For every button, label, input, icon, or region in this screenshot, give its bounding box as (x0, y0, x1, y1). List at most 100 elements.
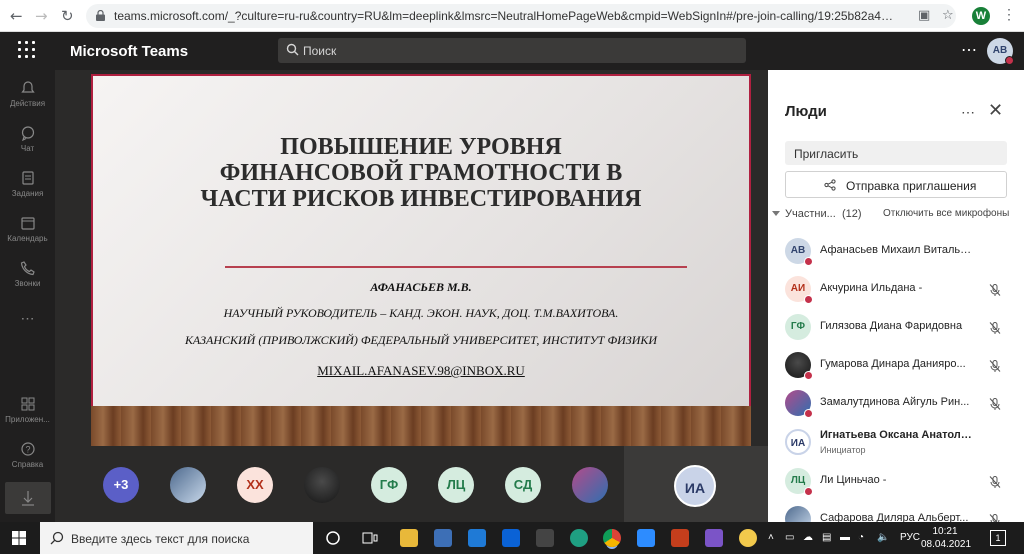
teams-header: Microsoft Teams Поиск ⋯ АВ (0, 32, 1024, 70)
tray-app-icon[interactable]: ▤ (822, 532, 831, 543)
rail-item-activity[interactable]: Действия (0, 80, 55, 108)
mic-off-icon (989, 322, 1001, 334)
back-icon[interactable]: ← (10, 7, 23, 25)
rail-item-help[interactable]: ? Справка (0, 441, 55, 469)
volume-icon[interactable]: 🔈 (877, 532, 889, 543)
slide-author: АФАНАСЬЕВ М.В. (370, 280, 472, 294)
participant-name: Игнатьева Оксана Анатольевна (820, 429, 976, 441)
phone-icon (20, 261, 35, 276)
slide-title: ПОВЫШЕНИЕ УРОВНЯ ФИНАНСОВОЙ ГРАМОТНОСТИ … (200, 134, 642, 212)
reload-icon[interactable]: ↻ (61, 7, 74, 25)
star-icon[interactable]: ☆ (942, 8, 954, 23)
zoom-icon[interactable] (637, 529, 655, 547)
participant-avatar: ЛЦ (785, 468, 813, 496)
participant-row[interactable]: Замалутдинова Айгуль Рин... (768, 382, 1024, 420)
participant-avatar: ИА (785, 429, 811, 455)
participant-avatar[interactable]: ГФ (371, 467, 407, 503)
mail-icon[interactable] (468, 529, 486, 547)
language-indicator[interactable]: РУС (900, 532, 920, 543)
send-invite-label: Отправка приглашения (846, 179, 977, 193)
participant-photo[interactable] (304, 467, 340, 503)
participant-row[interactable]: ЛЦ Ли Циньчао - (768, 460, 1024, 498)
participant-avatar[interactable]: ХХ (237, 467, 273, 503)
send-invite-button[interactable]: Отправка приглашения (785, 171, 1007, 198)
mute-all-link[interactable]: Отключить все микрофоны (883, 208, 1009, 219)
participant-avatar[interactable]: ЛЦ (438, 467, 474, 503)
participant-row[interactable]: Гумарова Динара Данияро... (768, 344, 1024, 382)
people-panel: Люди ⋯ ✕ Пригласить Отправка приглашения… (768, 70, 1024, 532)
calendar-icon (20, 217, 35, 230)
section-label: Участни... (785, 208, 836, 220)
rail-more-icon[interactable]: ⋯ (0, 310, 55, 327)
panel-more-icon[interactable]: ⋯ (961, 104, 976, 121)
invite-placeholder: Пригласить (794, 147, 859, 161)
clock[interactable]: 10:21 08.04.2021 (921, 525, 971, 551)
rail-item-apps[interactable]: Приложен... (0, 396, 55, 424)
participants-section-header[interactable]: Участни... (12) Отключить все микрофоны (772, 208, 1024, 224)
participant-name: Замалутдинова Айгуль Рин... (820, 396, 970, 408)
participant-row[interactable]: АИ Акчурина Ильдана - (768, 268, 1024, 306)
participant-name: Ли Циньчао - (820, 474, 887, 486)
network-icon[interactable]: ◔ (858, 532, 864, 543)
onedrive-icon[interactable]: ☁ (803, 532, 813, 543)
edge-icon[interactable] (570, 529, 588, 547)
participant-avatar: АВ (785, 238, 813, 266)
rail-item-calendar[interactable]: Календарь (0, 215, 55, 243)
tray-app-icon[interactable]: ▭ (785, 532, 794, 543)
powerpoint-icon[interactable] (671, 529, 689, 547)
app-icon[interactable] (536, 529, 554, 547)
participant-photo[interactable] (572, 467, 608, 503)
dropbox-icon[interactable] (502, 529, 520, 547)
tray-chevron-icon[interactable]: ˄ (768, 532, 774, 543)
chrome-icon[interactable] (603, 529, 621, 547)
file-explorer-icon[interactable] (400, 529, 418, 547)
participant-avatar: АИ (785, 276, 813, 304)
slide-email: MIXAIL.AFANASEV.98@INBOX.RU (317, 363, 525, 378)
rail-item-assignments[interactable]: Задания (0, 170, 55, 198)
rail-label: Приложен... (5, 415, 50, 424)
windows-start-icon[interactable] (12, 531, 26, 545)
download-icon (22, 491, 34, 506)
store-icon[interactable] (434, 529, 452, 547)
cortana-icon[interactable] (325, 530, 341, 546)
assignments-icon (21, 171, 34, 185)
download-app-button[interactable] (5, 482, 51, 514)
chat-icon (21, 126, 34, 141)
close-icon[interactable]: ✕ (988, 100, 1003, 121)
forward-icon[interactable]: → (35, 7, 48, 25)
search-input[interactable]: Поиск (278, 38, 746, 63)
app-launcher-icon[interactable] (18, 41, 36, 59)
self-video-tile: ИА (624, 446, 768, 522)
more-options-icon[interactable]: ⋯ (961, 40, 978, 60)
participant-row[interactable]: ГФ Гилязова Диана Фаридовна (768, 306, 1024, 344)
participant-avatar[interactable]: СД (505, 467, 541, 503)
app-rail: Действия Чат Задания Календарь Звонки ⋯ … (0, 70, 55, 522)
participant-row[interactable]: ИА Игнатьева Оксана Анатольевна Инициато… (768, 421, 1024, 459)
address-bar[interactable]: teams.microsoft.com/_?culture=ru-ru&coun… (86, 4, 956, 28)
search-icon (286, 43, 299, 56)
participant-row[interactable]: АВ Афанасьев Михаил Витальевич (768, 230, 1024, 268)
app-icon[interactable] (705, 529, 723, 547)
rail-item-chat[interactable]: Чат (0, 125, 55, 153)
shared-slide: ПОВЫШЕНИЕ УРОВНЯ ФИНАНСОВОЙ ГРАМОТНОСТИ … (91, 74, 751, 448)
chevron-down-icon (772, 211, 780, 216)
user-avatar[interactable]: АВ (987, 38, 1014, 65)
taskbar-search-input[interactable]: Введите здесь текст для поиска (40, 522, 313, 554)
rail-label: Справка (11, 460, 44, 469)
participant-photo (785, 390, 813, 418)
browser-menu-icon[interactable]: ⋮ (1002, 6, 1016, 23)
power-icon[interactable]: ▬ (840, 532, 850, 543)
slide-floor-decoration (91, 406, 751, 446)
browser-profile-avatar[interactable]: W (972, 7, 990, 25)
cast-icon[interactable]: ▣ (918, 8, 930, 23)
invite-input[interactable]: Пригласить (785, 141, 1007, 165)
participant-photo[interactable] (170, 467, 206, 503)
svg-text:?: ? (25, 445, 30, 455)
more-participants-button[interactable]: +3 (103, 467, 139, 503)
participant-name: Афанасьев Михаил Витальевич (820, 244, 976, 256)
task-view-icon[interactable] (362, 530, 378, 546)
rail-item-calls[interactable]: Звонки (0, 260, 55, 288)
help-icon[interactable] (739, 529, 757, 547)
notifications-button[interactable]: 1 (990, 530, 1006, 546)
panel-title: Люди (785, 103, 827, 120)
